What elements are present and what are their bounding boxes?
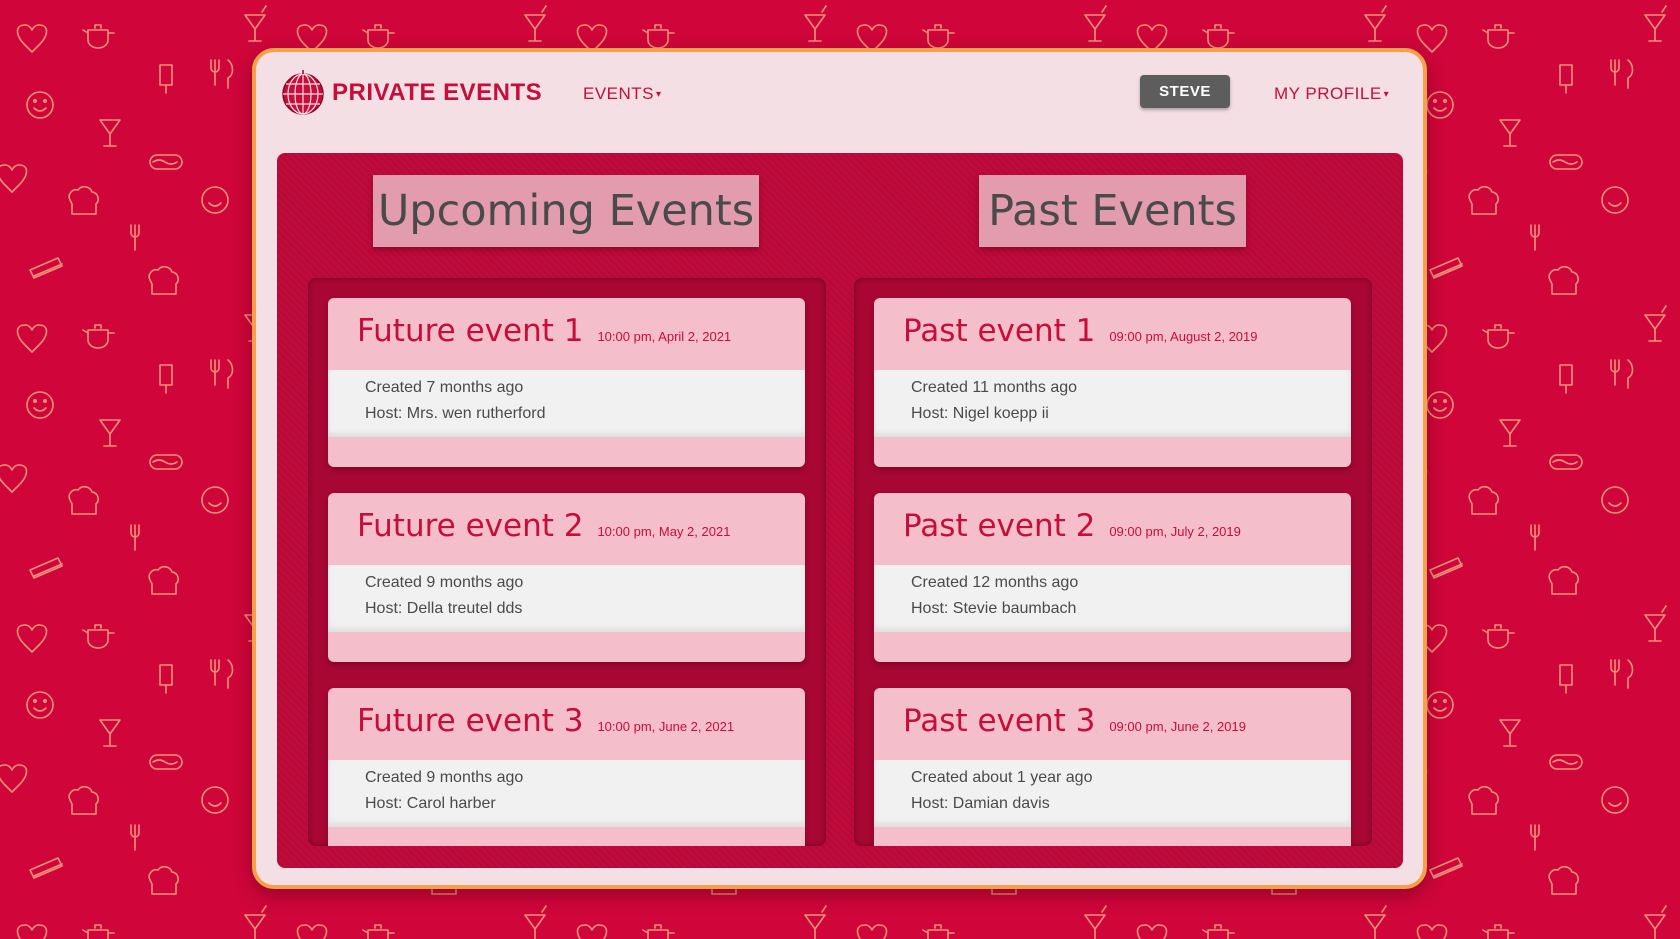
event-created: Created 12 months ago (911, 574, 1079, 591)
caret-down-icon: ▾ (1383, 89, 1390, 101)
event-title[interactable]: Future event 3 (357, 703, 583, 739)
event-card[interactable]: Past event 3 09:00 pm, June 2, 2019 Crea… (874, 688, 1351, 846)
upcoming-events-heading: Upcoming Events (373, 175, 759, 247)
event-host: Host: Mrs. wen rutherford (365, 405, 546, 422)
app-window: PRIVATE EVENTS EVENTS ▾ STEVE MY PROFILE ▾… (252, 48, 1427, 889)
event-card-header: Past event 2 09:00 pm, July 2, 2019 (874, 493, 1351, 565)
event-created: Created 11 months ago (911, 379, 1078, 396)
events-panel: Upcoming Events Past Events Future event… (277, 153, 1403, 868)
event-title[interactable]: Future event 1 (357, 313, 583, 349)
profile-dropdown-label: MY PROFILE (1274, 84, 1382, 103)
event-card-header: Past event 1 09:00 pm, August 2, 2019 (874, 298, 1351, 370)
event-date: 10:00 pm, May 2, 2021 (597, 524, 731, 539)
event-host: Host: Della treutel dds (365, 600, 523, 617)
event-created: Created about 1 year ago (911, 769, 1093, 786)
event-card[interactable]: Future event 1 10:00 pm, April 2, 2021 C… (328, 298, 805, 467)
disco-ball-icon (282, 70, 324, 115)
event-date: 09:00 pm, July 2, 2019 (1109, 524, 1241, 539)
event-host: Host: Damian davis (911, 795, 1050, 812)
event-card-body: Created 12 months ago Host: Stevie baumb… (874, 565, 1351, 632)
event-card-header: Future event 1 10:00 pm, April 2, 2021 (328, 298, 805, 370)
event-host: Host: Nigel koepp ii (911, 405, 1049, 422)
event-card-body: Created 9 months ago Host: Della treutel… (328, 565, 805, 632)
caret-down-icon: ▾ (656, 89, 662, 101)
past-events-list[interactable]: Past event 1 09:00 pm, August 2, 2019 Cr… (854, 278, 1372, 846)
event-created: Created 9 months ago (365, 769, 524, 786)
event-title[interactable]: Past event 1 (903, 313, 1095, 349)
event-title[interactable]: Past event 3 (903, 703, 1095, 739)
event-card-body: Created 9 months ago Host: Carol harber (328, 760, 805, 827)
event-card-header: Future event 3 10:00 pm, June 2, 2021 (328, 688, 805, 760)
events-dropdown-label: EVENTS (583, 84, 655, 103)
event-card-body: Created 11 months ago Host: Nigel koepp … (874, 370, 1351, 437)
event-host: Host: Carol harber (365, 795, 496, 812)
past-events-heading: Past Events (979, 175, 1246, 247)
navbar: PRIVATE EVENTS EVENTS ▾ STEVE MY PROFILE ▾ (256, 52, 1423, 152)
event-card[interactable]: Future event 2 10:00 pm, May 2, 2021 Cre… (328, 493, 805, 662)
brand-link[interactable]: PRIVATE EVENTS (280, 70, 542, 116)
event-card-body: Created 7 months ago Host: Mrs. wen ruth… (328, 370, 805, 437)
event-title[interactable]: Past event 2 (903, 508, 1095, 544)
brand-name: PRIVATE EVENTS (332, 79, 543, 106)
event-date: 10:00 pm, April 2, 2021 (597, 329, 732, 344)
event-date: 09:00 pm, June 2, 2019 (1109, 719, 1246, 734)
event-card[interactable]: Past event 2 09:00 pm, July 2, 2019 Crea… (874, 493, 1351, 662)
event-date: 10:00 pm, June 2, 2021 (597, 719, 735, 734)
event-created: Created 7 months ago (365, 379, 524, 396)
event-card[interactable]: Past event 1 09:00 pm, August 2, 2019 Cr… (874, 298, 1351, 467)
event-date: 09:00 pm, August 2, 2019 (1109, 329, 1258, 344)
event-card-header: Future event 2 10:00 pm, May 2, 2021 (328, 493, 805, 565)
events-dropdown[interactable]: EVENTS ▾ (583, 84, 662, 104)
event-card[interactable]: Future event 3 10:00 pm, June 2, 2021 Cr… (328, 688, 805, 846)
event-created: Created 9 months ago (365, 574, 524, 591)
event-title[interactable]: Future event 2 (357, 508, 583, 544)
event-card-header: Past event 3 09:00 pm, June 2, 2019 (874, 688, 1351, 760)
profile-dropdown[interactable]: MY PROFILE ▾ (1274, 84, 1389, 104)
user-button[interactable]: STEVE (1140, 75, 1230, 108)
event-card-body: Created about 1 year ago Host: Damian da… (874, 760, 1351, 827)
event-host: Host: Stevie baumbach (911, 600, 1077, 617)
upcoming-events-list[interactable]: Future event 1 10:00 pm, April 2, 2021 C… (308, 278, 826, 846)
